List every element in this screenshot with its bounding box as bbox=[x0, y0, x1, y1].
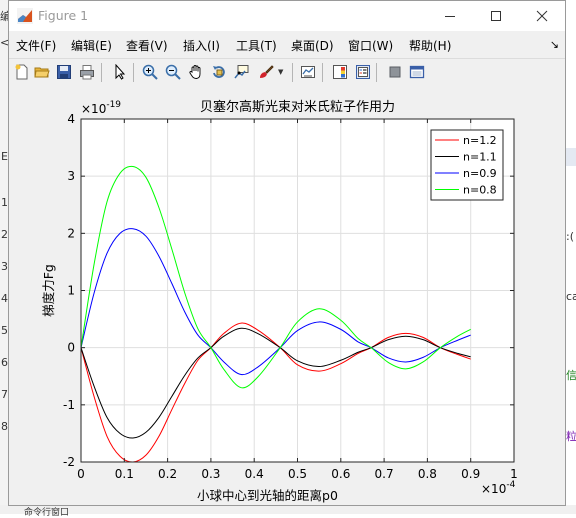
chart-title: 贝塞尔高斯光束对米氏粒子作用力 bbox=[200, 99, 395, 115]
y-axis-exponent: ×10-19 bbox=[81, 100, 121, 116]
menu-insert[interactable]: 插入(I) bbox=[183, 37, 220, 54]
background-text: 3 bbox=[1, 260, 8, 273]
background-text: 2 bbox=[1, 228, 8, 241]
menu-bar: 文件(F) 编辑(E) 查看(V) 插入(I) 工具(T) 桌面(D) 窗口(W… bbox=[9, 34, 565, 56]
menu-tools[interactable]: 工具(T) bbox=[236, 37, 277, 54]
background-command-bar bbox=[0, 505, 576, 514]
figure-canvas: 0 0.1 0.2 0.3 0.4 0.5 0.6 0.7 0.8 0.9 1 -2 -1 0 1 2 3 4 贝… bbox=[9, 87, 565, 505]
title-bar[interactable]: Figure 1 bbox=[9, 1, 565, 31]
legend-label: n=0.8 bbox=[463, 184, 497, 197]
maximize-icon bbox=[491, 11, 501, 21]
x-axis-exponent: ×10-4 bbox=[481, 480, 516, 496]
background-text: 4 bbox=[1, 292, 8, 305]
x-tick-label: 0.7 bbox=[375, 467, 394, 481]
x-axis-label: 小球中心到光轴的距离p0 bbox=[197, 488, 338, 503]
close-icon bbox=[536, 10, 548, 22]
data-cursor-icon[interactable] bbox=[231, 62, 251, 82]
toolbar-separator bbox=[101, 63, 102, 82]
background-text: 8 bbox=[1, 420, 8, 433]
y-tick-label: 0 bbox=[67, 341, 75, 355]
menu-view[interactable]: 查看(V) bbox=[126, 37, 168, 54]
background-text: 信 bbox=[566, 369, 576, 382]
figure-toolbar: ▼ bbox=[9, 58, 565, 88]
link-plot-icon[interactable] bbox=[298, 62, 318, 82]
pan-icon[interactable] bbox=[186, 62, 206, 82]
toolbar-separator bbox=[133, 63, 134, 82]
rotate-icon[interactable] bbox=[209, 62, 229, 82]
background-text: 5 bbox=[1, 324, 8, 337]
x-tick-label: 0.1 bbox=[115, 467, 134, 481]
x-tick-label: 0.3 bbox=[201, 467, 220, 481]
x-tick-label: 1 bbox=[510, 467, 518, 481]
background-text: 6 bbox=[1, 356, 8, 369]
save-icon[interactable] bbox=[54, 62, 74, 82]
print-icon[interactable] bbox=[77, 62, 97, 82]
y-axis-label: 梯度力Fg bbox=[41, 264, 56, 317]
menu-window[interactable]: 窗口(W) bbox=[348, 37, 393, 54]
y-tick-label: 4 bbox=[67, 112, 75, 126]
background-text: 7 bbox=[1, 388, 8, 401]
x-tick-label: 0.6 bbox=[331, 467, 350, 481]
pointer-icon[interactable] bbox=[110, 62, 130, 82]
line-chart[interactable]: 0 0.1 0.2 0.3 0.4 0.5 0.6 0.7 0.8 0.9 1 -2 -1 0 1 2 3 4 贝… bbox=[9, 87, 565, 505]
y-tick-label: 3 bbox=[67, 169, 75, 183]
close-button[interactable] bbox=[519, 1, 565, 31]
y-tick-label: 2 bbox=[67, 226, 75, 240]
menu-help[interactable]: 帮助(H) bbox=[409, 37, 451, 54]
x-tick-label: 0.9 bbox=[461, 467, 480, 481]
legend[interactable]: n=1.2 n=1.1 n=0.9 n=0.8 bbox=[430, 129, 504, 201]
matlab-logo-icon bbox=[17, 8, 33, 24]
background-tab bbox=[566, 148, 576, 166]
minimize-button[interactable] bbox=[427, 1, 473, 31]
zoom-out-icon[interactable] bbox=[163, 62, 183, 82]
x-tick-label: 0 bbox=[77, 467, 85, 481]
menu-edit[interactable]: 编辑(E) bbox=[71, 37, 112, 54]
legend-label: n=0.9 bbox=[463, 167, 497, 180]
background-text: ca bbox=[566, 290, 576, 303]
background-text: :( bbox=[566, 230, 574, 243]
show-plot-tools-icon[interactable] bbox=[407, 62, 427, 82]
x-tick-label: 0.2 bbox=[158, 467, 177, 481]
legend-icon[interactable] bbox=[353, 62, 373, 82]
y-tick-label: 1 bbox=[67, 284, 75, 298]
toolbar-separator bbox=[322, 63, 323, 82]
legend-label: n=1.2 bbox=[463, 134, 497, 147]
minimize-icon bbox=[445, 16, 455, 17]
y-tick-label: -2 bbox=[63, 455, 75, 469]
zoom-in-icon[interactable] bbox=[140, 62, 160, 82]
menu-file[interactable]: 文件(F) bbox=[16, 37, 56, 54]
toolbar-separator bbox=[292, 63, 293, 82]
new-file-icon[interactable] bbox=[12, 62, 32, 82]
background-text: E bbox=[1, 150, 8, 163]
figure-window: Figure 1 文件(F) 编辑(E) 查看(V) 插入(I) 工具(T) 桌… bbox=[8, 0, 566, 506]
x-tick-label: 0.5 bbox=[288, 467, 307, 481]
brush-icon[interactable] bbox=[256, 62, 276, 82]
background-text: 粒 bbox=[566, 430, 576, 443]
brush-dropdown-icon[interactable]: ▼ bbox=[278, 68, 283, 76]
open-folder-icon[interactable] bbox=[32, 62, 52, 82]
background-text: 命令行窗口 bbox=[24, 508, 70, 518]
legend-label: n=1.1 bbox=[463, 151, 497, 164]
menu-desktop[interactable]: 桌面(D) bbox=[291, 37, 334, 54]
window-title: Figure 1 bbox=[38, 8, 89, 23]
maximize-button[interactable] bbox=[473, 1, 519, 31]
y-tick-label: -1 bbox=[63, 398, 75, 412]
x-tick-label: 0.4 bbox=[245, 467, 264, 481]
menu-dock-arrow-icon[interactable]: ↘ bbox=[550, 38, 559, 51]
hide-plot-tools-icon[interactable] bbox=[385, 62, 405, 82]
background-text: 1 bbox=[1, 196, 8, 209]
toolbar-separator bbox=[376, 63, 377, 82]
x-tick-label: 0.8 bbox=[418, 467, 437, 481]
colorbar-icon[interactable] bbox=[330, 62, 350, 82]
